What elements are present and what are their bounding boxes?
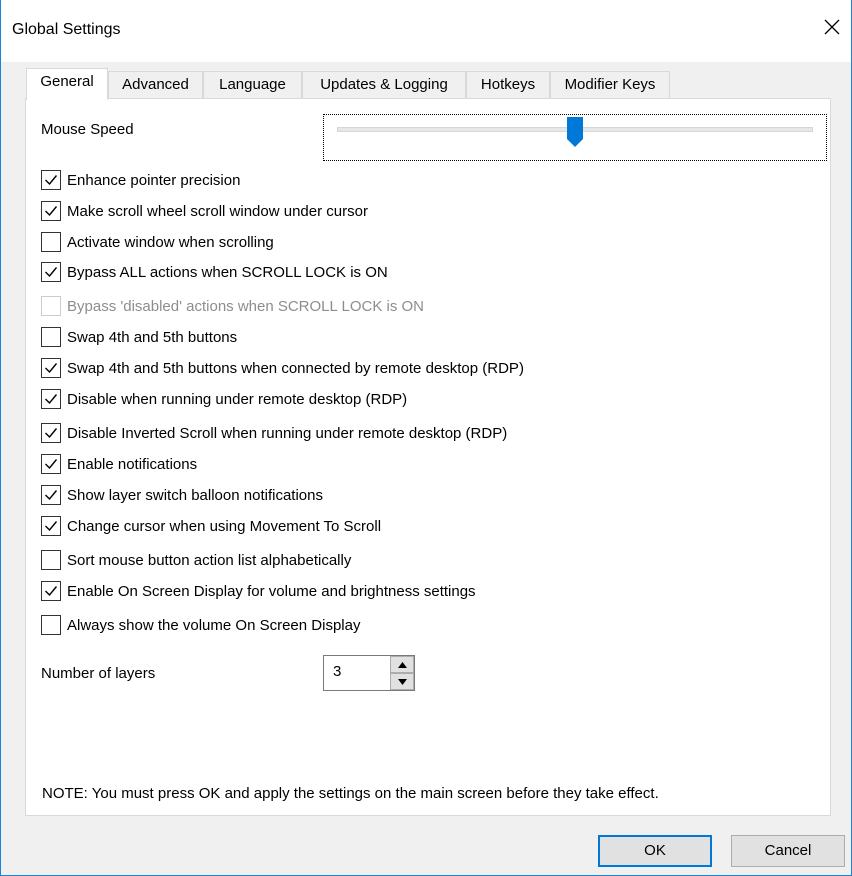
tab-modifier-keys[interactable]: Modifier Keys [550, 71, 670, 99]
tab-label: Updates & Logging [320, 76, 448, 93]
tab-language[interactable]: Language [203, 71, 302, 99]
spinner-up-button[interactable] [390, 656, 414, 673]
spinner-buttons [390, 656, 414, 690]
arrow-up-icon [397, 661, 407, 668]
tab-hotkeys[interactable]: Hotkeys [466, 71, 550, 99]
checkbox-label: Activate window when scrolling [67, 233, 274, 251]
title-bar: Global Settings [1, 0, 851, 62]
checkbox-label: Sort mouse button action list alphabetic… [67, 551, 352, 569]
checkbox-label: Make scroll wheel scroll window under cu… [67, 202, 368, 220]
checkbox-swap-buttons-rdp[interactable]: Swap 4th and 5th buttons when connected … [41, 357, 524, 379]
checkbox-label: Always show the volume On Screen Display [67, 616, 361, 634]
checkbox-disable-under-rdp[interactable]: Disable when running under remote deskto… [41, 388, 407, 410]
checkbox-box[interactable] [41, 454, 61, 474]
checkbox-label: Swap 4th and 5th buttons [67, 328, 238, 346]
checkbox-bypass-all-scroll-lock[interactable]: Bypass ALL actions when SCROLL LOCK is O… [41, 261, 388, 283]
spinner-down-button[interactable] [390, 673, 414, 690]
checkbox-box[interactable] [41, 516, 61, 536]
checkbox-label: Show layer switch balloon notifications [67, 486, 323, 504]
checkbox-label: Enable notifications [67, 455, 198, 473]
checkbox-disable-inverted-scroll-rdp[interactable]: Disable Inverted Scroll when running und… [41, 422, 507, 444]
mouse-speed-label: Mouse Speed [41, 121, 134, 138]
checkbox-label: Enable On Screen Display for volume and … [67, 582, 476, 600]
check-icon [45, 459, 58, 470]
checkbox-activate-window-when-scrolling[interactable]: Activate window when scrolling [41, 231, 274, 253]
checkbox-scroll-window-under-cursor[interactable]: Make scroll wheel scroll window under cu… [41, 200, 368, 222]
checkbox-bypass-disabled-scroll-lock[interactable]: Bypass 'disabled' actions when SCROLL LO… [41, 295, 424, 317]
check-icon [45, 586, 58, 597]
close-button[interactable] [819, 14, 845, 40]
check-icon [45, 490, 58, 501]
check-icon [45, 206, 58, 217]
cancel-button[interactable]: Cancel [731, 835, 845, 867]
tab-label: Modifier Keys [564, 76, 656, 93]
number-of-layers-value[interactable]: 3 [333, 663, 341, 680]
tab-general[interactable]: General [26, 68, 108, 100]
mouse-speed-slider[interactable] [323, 114, 827, 161]
tab-updates-logging[interactable]: Updates & Logging [302, 71, 466, 99]
checkbox-box[interactable] [41, 201, 61, 221]
tab-label: Language [219, 76, 286, 93]
checkbox-layer-switch-balloon[interactable]: Show layer switch balloon notifications [41, 484, 323, 506]
checkbox-sort-action-list[interactable]: Sort mouse button action list alphabetic… [41, 549, 351, 571]
checkbox-box[interactable] [41, 423, 61, 443]
checkbox-always-show-volume-osd[interactable]: Always show the volume On Screen Display [41, 614, 360, 636]
checkbox-label: Bypass 'disabled' actions when SCROLL LO… [67, 297, 424, 315]
tab-advanced[interactable]: Advanced [108, 71, 203, 99]
checkbox-enhance-pointer-precision[interactable]: Enhance pointer precision [41, 169, 240, 191]
check-icon [45, 363, 58, 374]
general-tab-panel: Mouse Speed Enhance pointer precision Ma… [25, 98, 831, 816]
checkbox-box[interactable] [41, 262, 61, 282]
checkbox-box[interactable] [41, 358, 61, 378]
number-of-layers-spinner[interactable]: 3 [323, 655, 415, 691]
checkbox-swap-4th-5th-buttons[interactable]: Swap 4th and 5th buttons [41, 326, 237, 348]
check-icon [45, 521, 58, 532]
checkbox-enable-osd[interactable]: Enable On Screen Display for volume and … [41, 580, 476, 602]
tab-label: Advanced [122, 76, 189, 93]
check-icon [45, 175, 58, 186]
checkbox-box[interactable] [41, 170, 61, 190]
close-icon [824, 19, 840, 35]
arrow-down-icon [397, 678, 407, 685]
checkbox-label: Disable Inverted Scroll when running und… [67, 424, 508, 442]
checkbox-change-cursor-movement-to-scroll[interactable]: Change cursor when using Movement To Scr… [41, 515, 381, 537]
check-icon [45, 267, 58, 278]
window-title: Global Settings [12, 21, 121, 38]
checkbox-label: Bypass ALL actions when SCROLL LOCK is O… [67, 263, 388, 281]
checkbox-box[interactable] [41, 232, 61, 252]
checkbox-label: Swap 4th and 5th buttons when connected … [67, 359, 524, 377]
checkbox-box[interactable] [41, 389, 61, 409]
checkbox-label: Enhance pointer precision [67, 171, 241, 189]
settings-note: NOTE: You must press OK and apply the se… [42, 785, 659, 802]
checkbox-box[interactable] [41, 327, 61, 347]
checkbox-box[interactable] [41, 550, 61, 570]
checkbox-box[interactable] [41, 485, 61, 505]
checkbox-enable-notifications[interactable]: Enable notifications [41, 453, 197, 475]
checkbox-box[interactable] [41, 615, 61, 635]
checkbox-box[interactable] [41, 296, 61, 316]
checkbox-label: Disable when running under remote deskto… [67, 390, 408, 408]
tab-label: Hotkeys [480, 76, 536, 93]
check-icon [45, 394, 58, 405]
number-of-layers-label: Number of layers [41, 665, 156, 682]
check-icon [45, 428, 58, 439]
ok-button[interactable]: OK [598, 835, 712, 867]
global-settings-dialog: Global Settings General Advanced Languag… [0, 0, 852, 876]
tab-label: General [40, 73, 94, 90]
checkbox-box[interactable] [41, 581, 61, 601]
slider-thumb[interactable] [567, 117, 583, 148]
checkbox-label: Change cursor when using Movement To Scr… [67, 517, 382, 535]
